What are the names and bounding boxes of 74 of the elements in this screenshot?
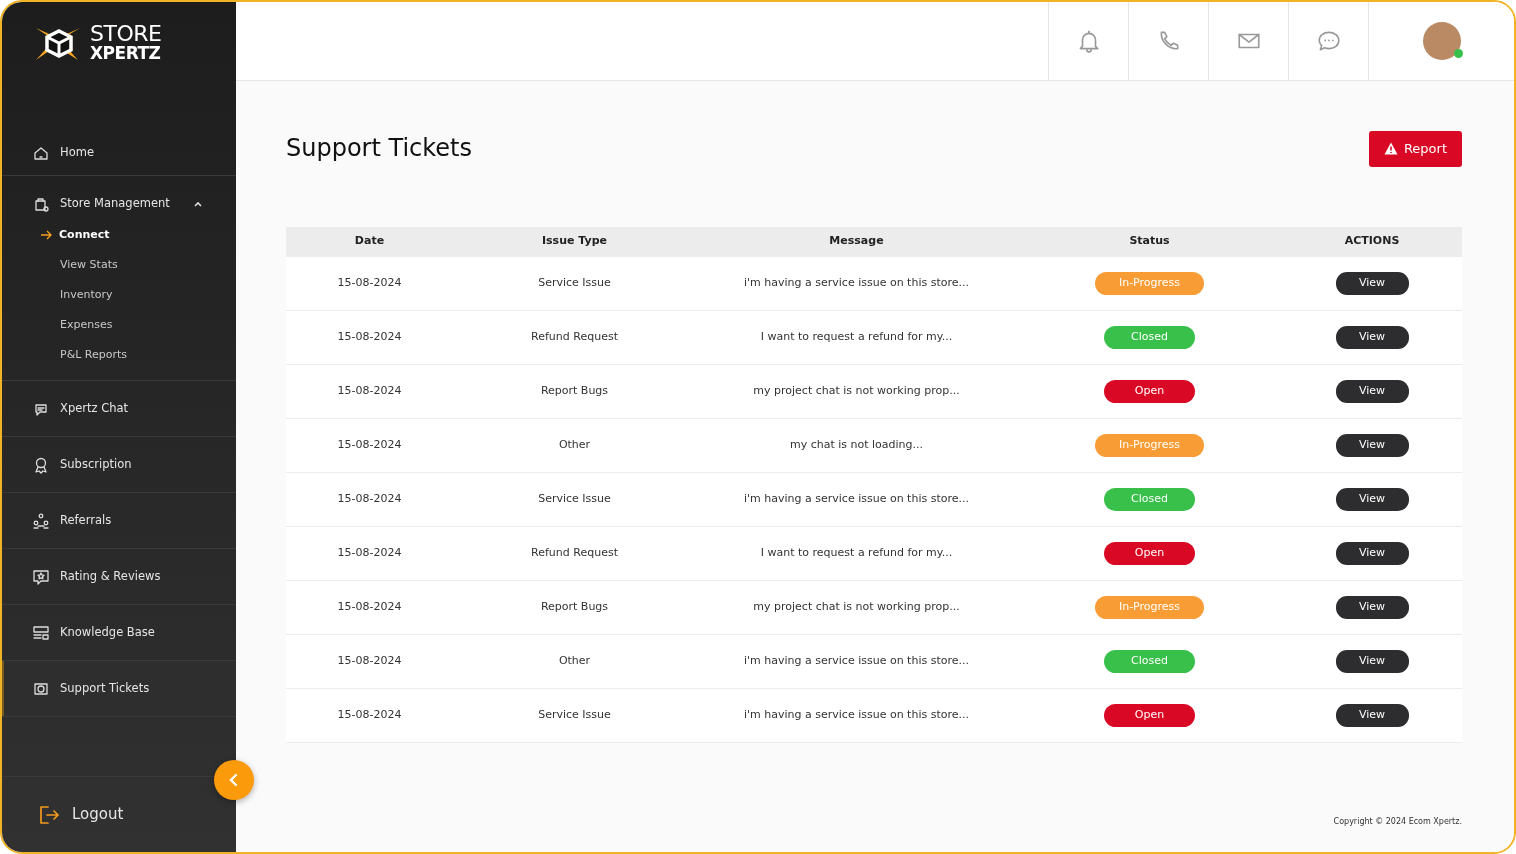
status-pill: In-Progress <box>1095 434 1204 457</box>
table-cell: my chat is not loading... <box>696 418 1017 473</box>
table-cell: my project chat is not working prop... <box>696 580 1017 635</box>
table-cell: my project chat is not working prop... <box>696 364 1017 419</box>
table-cell: 15-08-2024 <box>286 688 453 743</box>
column-header: Issue Type <box>453 226 696 257</box>
view-button[interactable]: View <box>1335 326 1409 349</box>
logo-text: STORE <box>90 24 162 45</box>
table-cell: 15-08-2024 <box>286 526 453 581</box>
table-cell: i'm having a service issue on this store... <box>696 634 1017 689</box>
table-cell: 15-08-2024 <box>286 310 453 365</box>
arrow-icon <box>40 230 53 240</box>
table-cell: i'm having a service issue on this store... <box>696 688 1017 743</box>
sidebar-item[interactable]: Rating & Reviews <box>2 549 236 604</box>
table-cell: I want to request a refund for my... <box>696 310 1017 365</box>
status-pill: Open <box>1104 704 1195 727</box>
column-header: ACTIONS <box>1282 226 1462 257</box>
table-cell: 15-08-2024 <box>286 418 453 473</box>
page-title: Support Tickets <box>286 134 472 164</box>
star-icon <box>32 567 50 586</box>
table-cell: I want to request a refund for my... <box>696 526 1017 581</box>
status-pill: Open <box>1104 380 1195 403</box>
warning-icon <box>1383 142 1398 156</box>
view-button[interactable]: View <box>1335 704 1409 727</box>
report-button[interactable]: Report <box>1368 131 1462 167</box>
table-cell: Service Issue <box>453 688 696 743</box>
table-cell: 15-08-2024 <box>286 634 453 689</box>
status-pill: In-Progress <box>1095 596 1204 619</box>
column-header: Message <box>696 226 1017 257</box>
status-pill: Closed <box>1104 326 1195 349</box>
people-icon <box>32 511 50 530</box>
user-avatar[interactable] <box>1422 22 1461 60</box>
table-cell: Service Issue <box>453 256 696 311</box>
table-cell: Report Bugs <box>453 580 696 635</box>
view-button[interactable]: View <box>1335 434 1409 457</box>
submenu-item[interactable]: View Stats <box>2 250 236 280</box>
submenu-item[interactable]: Inventory <box>2 280 236 310</box>
view-button[interactable]: View <box>1335 272 1409 295</box>
table-cell: Other <box>453 634 696 689</box>
view-button[interactable]: View <box>1335 380 1409 403</box>
table-cell: Report Bugs <box>453 364 696 419</box>
copyright-text: Copyright © 2024 Ecom Xpertz. <box>1333 816 1462 828</box>
column-header: Date <box>286 226 453 257</box>
table-cell: Refund Request <box>453 526 696 581</box>
bag-icon <box>32 195 50 213</box>
submenu-item[interactable]: P&L Reports <box>2 340 236 370</box>
view-button[interactable]: View <box>1335 488 1409 511</box>
status-pill: In-Progress <box>1095 272 1204 295</box>
sidebar-item[interactable]: Home <box>2 130 236 175</box>
sidebar-item[interactable]: Xpertz Chat <box>2 381 236 436</box>
status-pill: Closed <box>1104 650 1195 673</box>
layout-icon <box>32 623 50 642</box>
column-header: Status <box>1017 226 1282 257</box>
sidebar-item[interactable]: Knowledge Base <box>2 605 236 660</box>
table-cell: 15-08-2024 <box>286 256 453 311</box>
sidebar-item[interactable]: Subscription <box>2 437 236 492</box>
table-cell: 15-08-2024 <box>286 580 453 635</box>
table-cell: Other <box>453 418 696 473</box>
table-cell: 15-08-2024 <box>286 472 453 527</box>
logout-icon <box>38 803 60 826</box>
logo-text: XPERTZ <box>90 44 162 62</box>
view-button[interactable]: View <box>1335 542 1409 565</box>
table-cell: 15-08-2024 <box>286 364 453 419</box>
view-button[interactable]: View <box>1335 650 1409 673</box>
view-button[interactable]: View <box>1335 596 1409 619</box>
status-pill: Open <box>1104 542 1195 565</box>
submenu-item[interactable]: Expenses <box>2 310 236 340</box>
status-pill: Closed <box>1104 488 1195 511</box>
table-cell: Service Issue <box>453 472 696 527</box>
sidebar-item[interactable]: Referrals <box>2 493 236 548</box>
table-cell: i'm having a service issue on this store... <box>696 472 1017 527</box>
table-cell: i'm having a service issue on this store... <box>696 256 1017 311</box>
submenu-item[interactable]: Connect <box>2 220 236 250</box>
table-cell: Refund Request <box>453 310 696 365</box>
